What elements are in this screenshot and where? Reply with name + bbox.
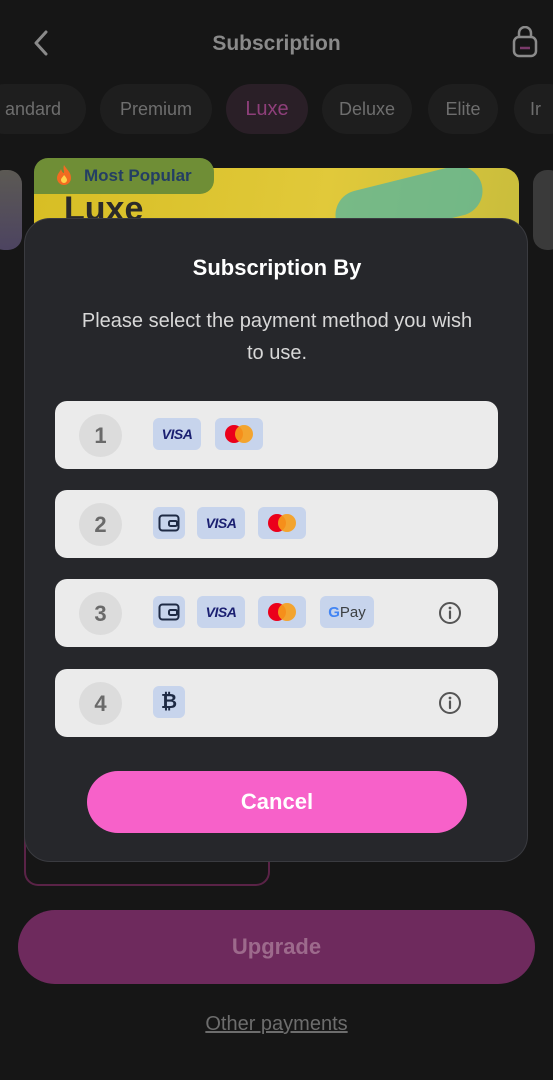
mastercard-icon — [258, 507, 306, 539]
dialog-subtitle: Please select the payment method you wis… — [81, 310, 473, 364]
next-plan-card[interactable] — [533, 170, 553, 250]
mastercard-icon — [215, 418, 263, 450]
payment-option-3[interactable]: 3 VISA GPay — [55, 579, 498, 647]
option-number: 1 — [79, 414, 122, 457]
cancel-button[interactable]: Cancel — [87, 771, 467, 833]
visa-icon: VISA — [197, 596, 245, 628]
payment-method-dialog: Subscription By Please select the paymen… — [24, 218, 528, 862]
mastercard-icon — [258, 596, 306, 628]
info-icon[interactable] — [438, 691, 462, 715]
google-pay-icon: GPay — [320, 596, 374, 628]
tab-next[interactable]: Ir — [514, 84, 553, 134]
dialog-title: Subscription By — [192, 255, 362, 280]
fire-icon — [54, 164, 74, 186]
visa-icon: VISA — [153, 418, 201, 450]
bag-button[interactable] — [511, 25, 539, 60]
other-payments-link[interactable]: Other payments — [0, 1013, 553, 1036]
most-popular-badge: Most Popular — [34, 158, 214, 194]
option-number: 2 — [79, 503, 122, 546]
header: Subscription — [0, 0, 553, 88]
visa-icon: VISA — [197, 507, 245, 539]
plan-tabs: andard Premium Luxe Deluxe Elite Ir — [0, 84, 553, 136]
option-number: 4 — [79, 682, 122, 725]
shopping-bag-icon — [512, 25, 538, 58]
tab-deluxe[interactable]: Deluxe — [322, 84, 412, 134]
wallet-icon — [153, 596, 185, 628]
tab-standard[interactable]: andard — [0, 84, 86, 134]
tab-elite[interactable]: Elite — [428, 84, 498, 134]
badge-label: Most Popular — [84, 166, 192, 185]
previous-plan-card[interactable] — [0, 170, 22, 250]
upgrade-button[interactable]: Upgrade — [18, 910, 535, 984]
payment-option-2[interactable]: 2 VISA — [55, 490, 498, 558]
payment-option-1[interactable]: 1 VISA — [55, 401, 498, 469]
wallet-icon — [153, 507, 185, 539]
info-icon[interactable] — [438, 601, 462, 625]
payment-option-4[interactable]: 4 ₿ — [55, 669, 498, 737]
option-number: 3 — [79, 592, 122, 635]
page-title: Subscription — [212, 32, 341, 55]
tab-premium[interactable]: Premium — [100, 84, 212, 134]
tab-luxe[interactable]: Luxe — [226, 84, 308, 134]
bitcoin-icon: ₿ — [153, 686, 185, 718]
